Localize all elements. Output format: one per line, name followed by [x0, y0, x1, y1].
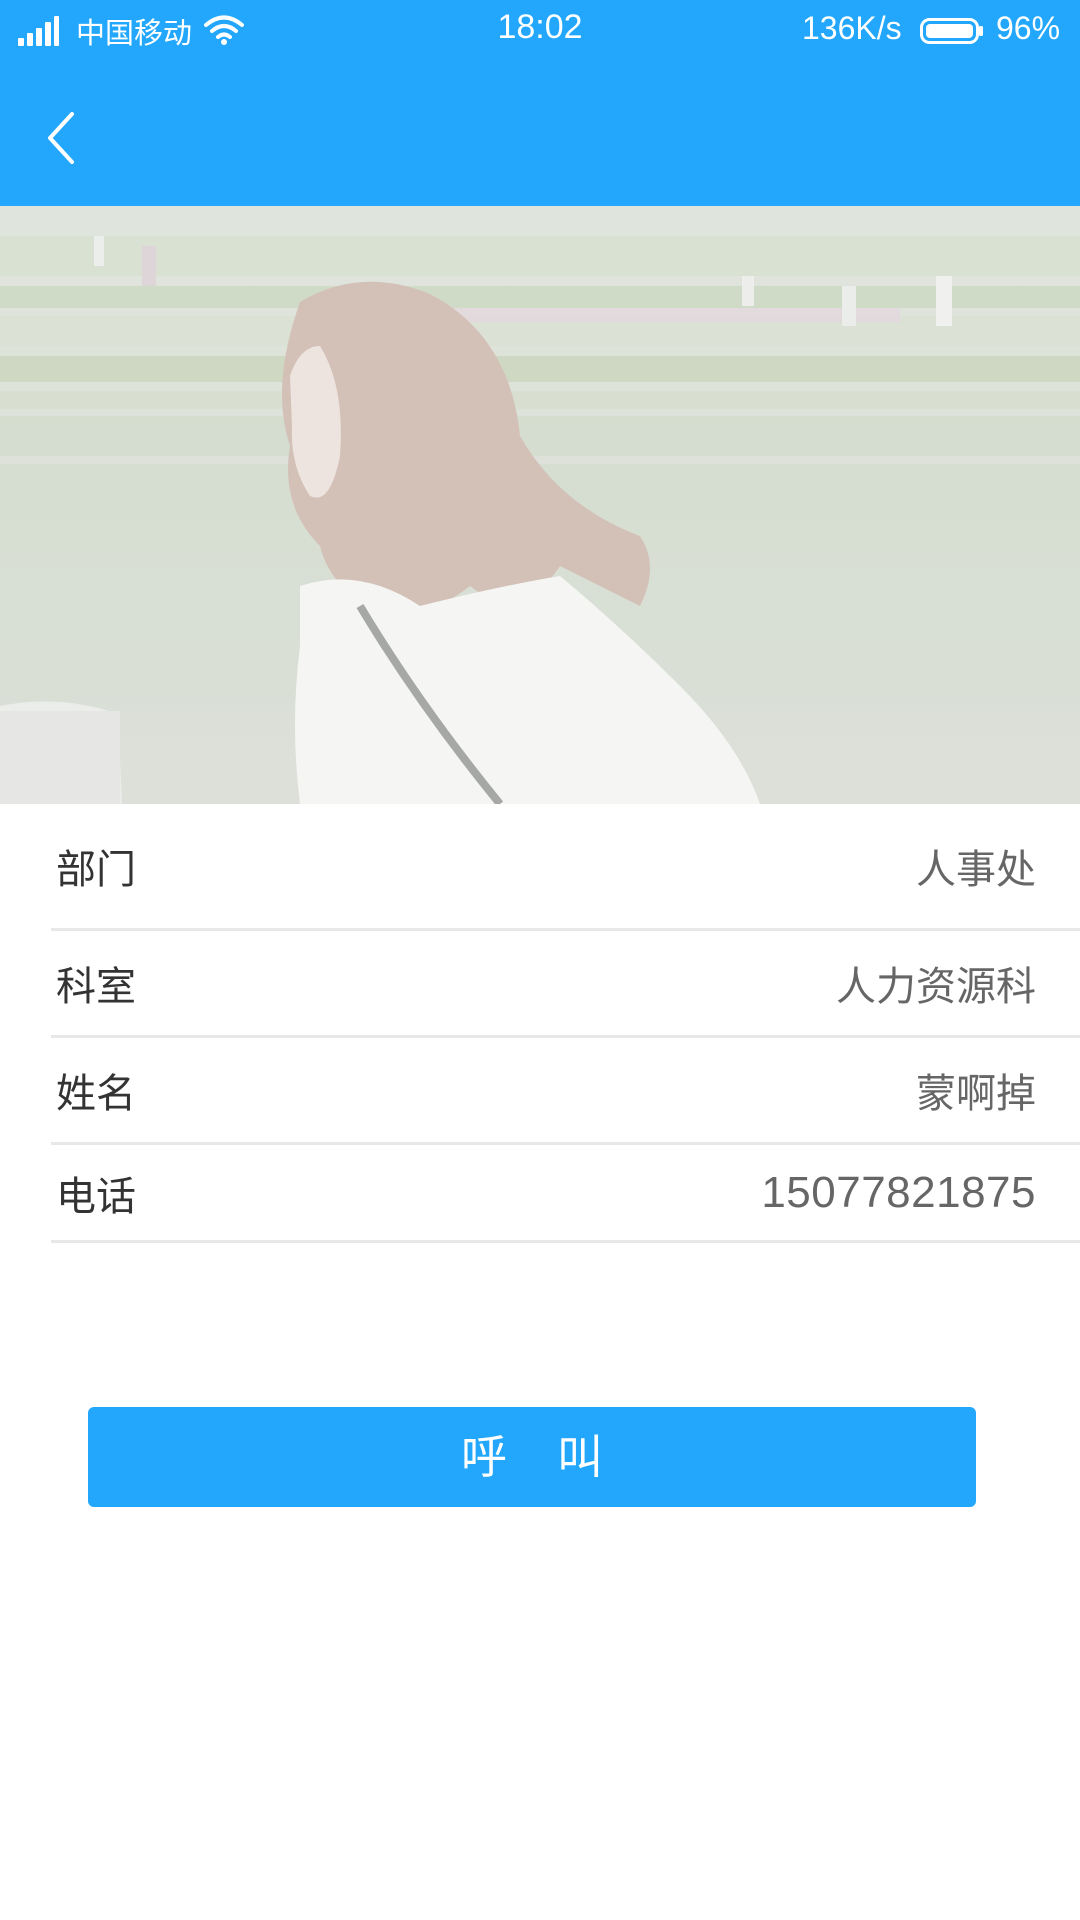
- section-row: 科室 人力资源科: [51, 931, 1080, 1038]
- contact-info-list: 部门 人事处 科室 人力资源科 姓名 蒙啊掉 电话 15077821875: [0, 804, 1080, 1243]
- phone-label: 电话: [56, 1173, 136, 1220]
- department-value: 人事处: [916, 847, 1036, 893]
- battery-icon: [920, 17, 984, 44]
- phone-row: 电话 15077821875: [51, 1145, 1080, 1243]
- call-button[interactable]: 呼叫: [88, 1407, 976, 1507]
- contact-detail-screen: 中国移动 18:02 136K/s 96% 部门 人事处 科室 人力资源科 姓名…: [0, 0, 1080, 1920]
- battery-percentage: 96%: [996, 10, 1061, 46]
- department-label: 部门: [56, 847, 136, 893]
- back-button[interactable]: [32, 100, 92, 176]
- section-value: 人力资源科: [836, 964, 1036, 1010]
- profile-photo: [0, 206, 1080, 804]
- section-label: 科室: [56, 964, 136, 1010]
- app-header: 中国移动 18:02 136K/s 96%: [0, 0, 1080, 206]
- clock: 18:02: [497, 8, 583, 46]
- phone-number: 15077821875: [761, 1167, 1036, 1217]
- name-label: 姓名: [56, 1071, 136, 1117]
- network-speed: 136K/s: [802, 10, 902, 46]
- status-bar: 中国移动 18:02 136K/s 96%: [0, 0, 1080, 62]
- chevron-left-icon: [48, 112, 74, 164]
- name-value: 蒙啊掉: [916, 1071, 1036, 1117]
- name-row: 姓名 蒙啊掉: [51, 1038, 1080, 1145]
- department-row: 部门 人事处: [51, 804, 1080, 931]
